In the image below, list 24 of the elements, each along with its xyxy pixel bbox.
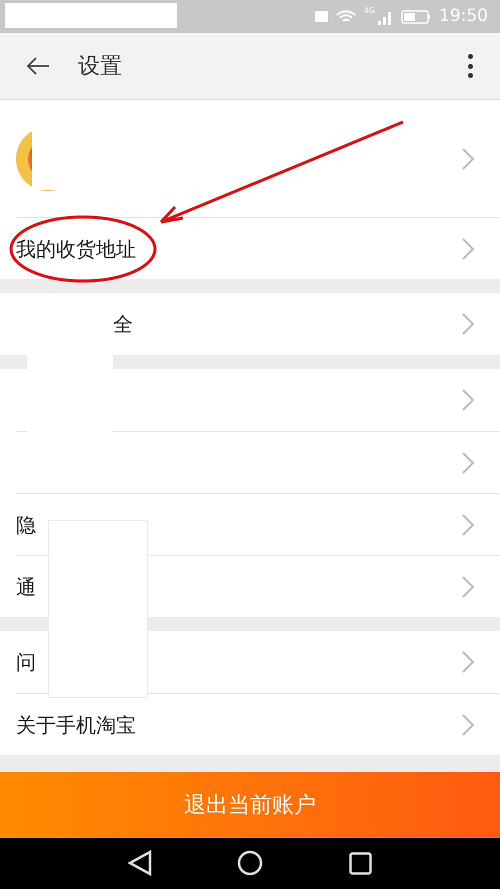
chevron-icon [462, 389, 474, 411]
row-label: 通 [16, 574, 36, 600]
chevron-icon [462, 148, 474, 170]
chevron-icon [462, 714, 474, 736]
home-nav-icon[interactable] [237, 850, 263, 876]
chevron-icon [462, 576, 474, 598]
row-label: 我的收货地址 [16, 236, 136, 262]
wifi-icon [336, 10, 356, 24]
settings-row[interactable]: 全 [0, 293, 500, 355]
row-label: 关于手机淘宝 [16, 712, 136, 738]
row-label: 隐 [16, 512, 36, 538]
chevron-icon [462, 514, 474, 536]
row-label: 问 [16, 649, 36, 676]
recents-nav-icon[interactable] [349, 852, 372, 875]
battery-icon [401, 10, 431, 24]
settings-row[interactable]: 问 [0, 631, 500, 693]
back-nav-icon[interactable] [128, 850, 152, 876]
chevron-icon [462, 651, 474, 673]
chevron-icon [462, 313, 474, 335]
chevron-icon [462, 452, 474, 474]
chevron-icon [462, 238, 474, 260]
page-title: 设置 [78, 52, 122, 80]
row-label: 全 [113, 311, 133, 338]
sim-icon [314, 11, 328, 22]
